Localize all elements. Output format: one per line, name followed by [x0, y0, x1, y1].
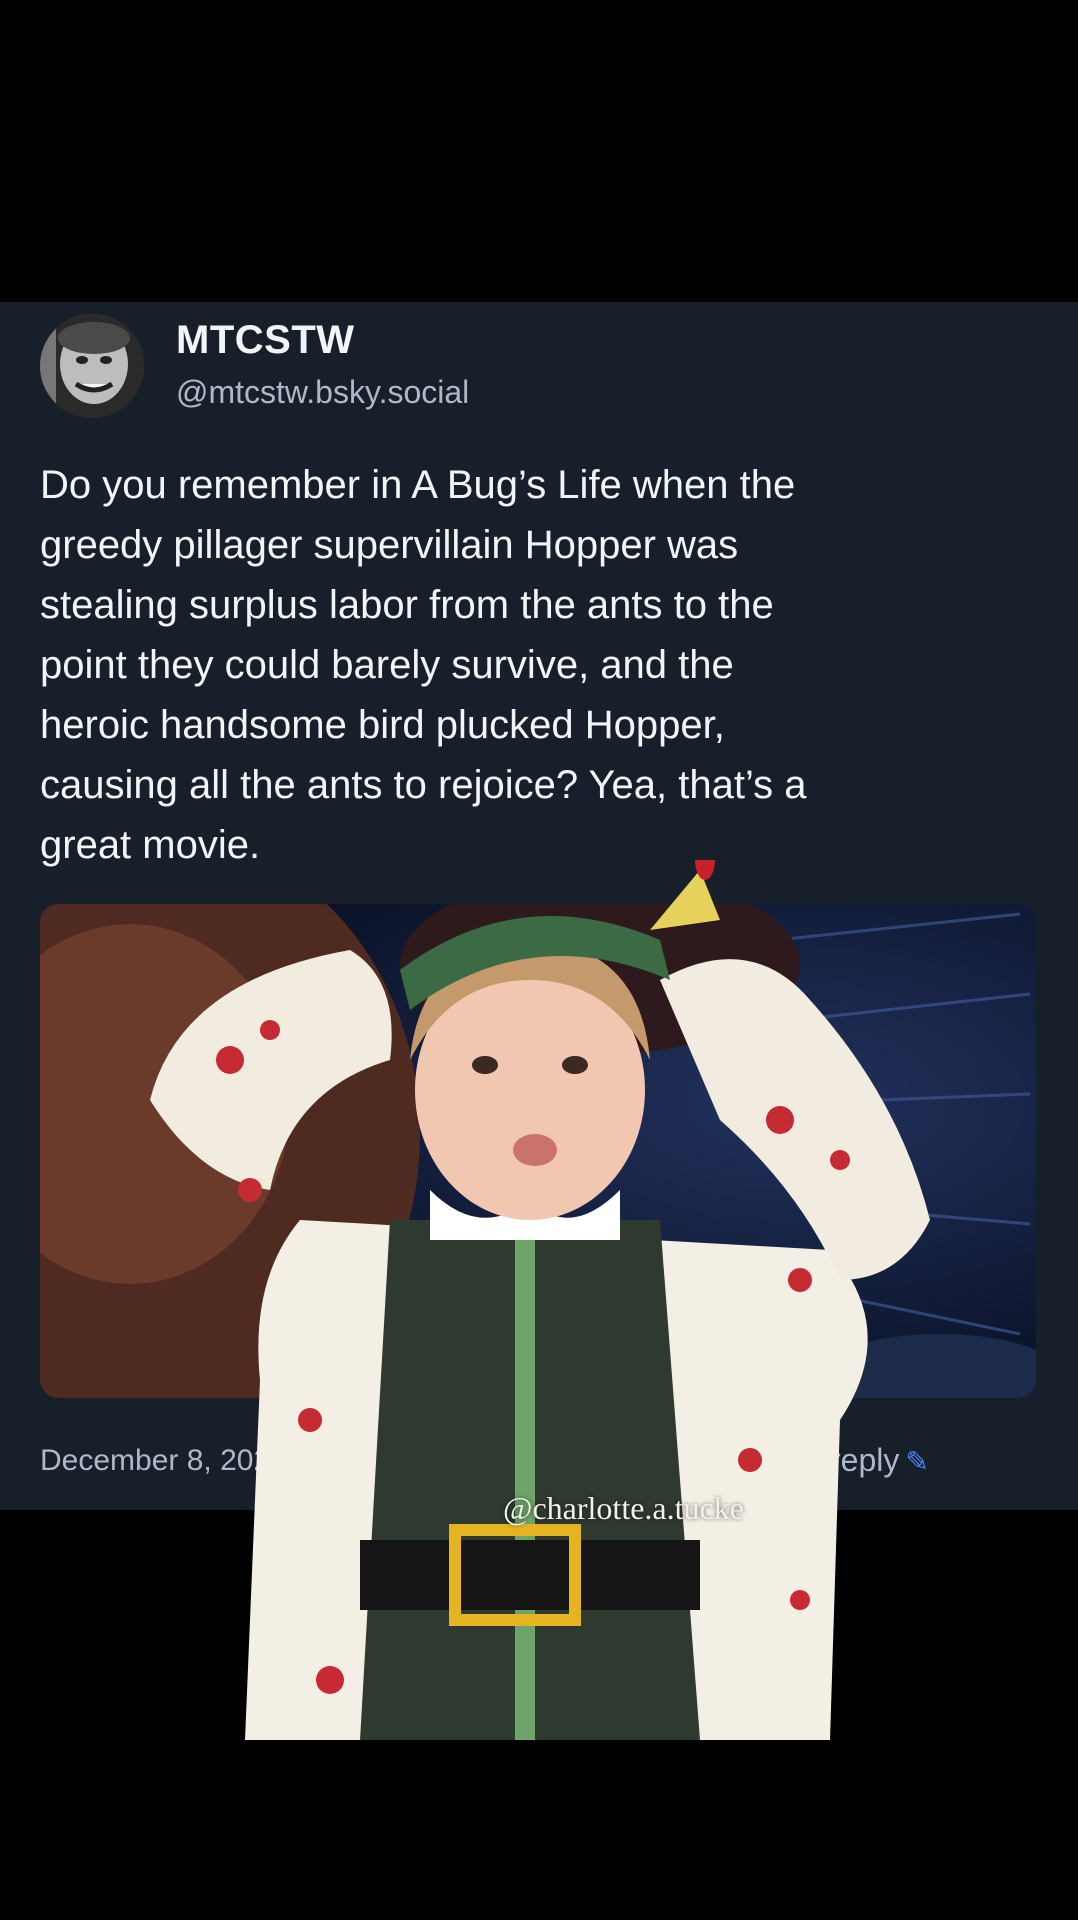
child-elf-sticker-overlay [140, 860, 950, 1740]
post-text-line: causing all the ants to rejoice? Yea, th… [40, 763, 807, 807]
child-elf-costume-image [150, 860, 930, 1740]
post-text-line: greedy pillager supervillain Hopper was [40, 523, 739, 567]
author-display-name[interactable]: MTCSTW [176, 318, 355, 363]
author-handle[interactable]: @mtcstw.bsky.social [176, 374, 469, 411]
post-text-line: point they could barely survive, and the [40, 643, 734, 687]
avatar-photo-icon [40, 314, 144, 418]
post-text-line: stealing surplus labor from the ants to … [40, 583, 774, 627]
post-text-line: Do you remember in A Bug’s Life when the [40, 463, 796, 507]
video-watermark: @charlotte.a.tucke [503, 1490, 744, 1526]
author-avatar[interactable] [40, 314, 144, 418]
post-text: Do you remember in A Bug’s Life when the… [40, 455, 1040, 875]
post-text-line: heroic handsome bird plucked Hopper, [40, 703, 725, 747]
